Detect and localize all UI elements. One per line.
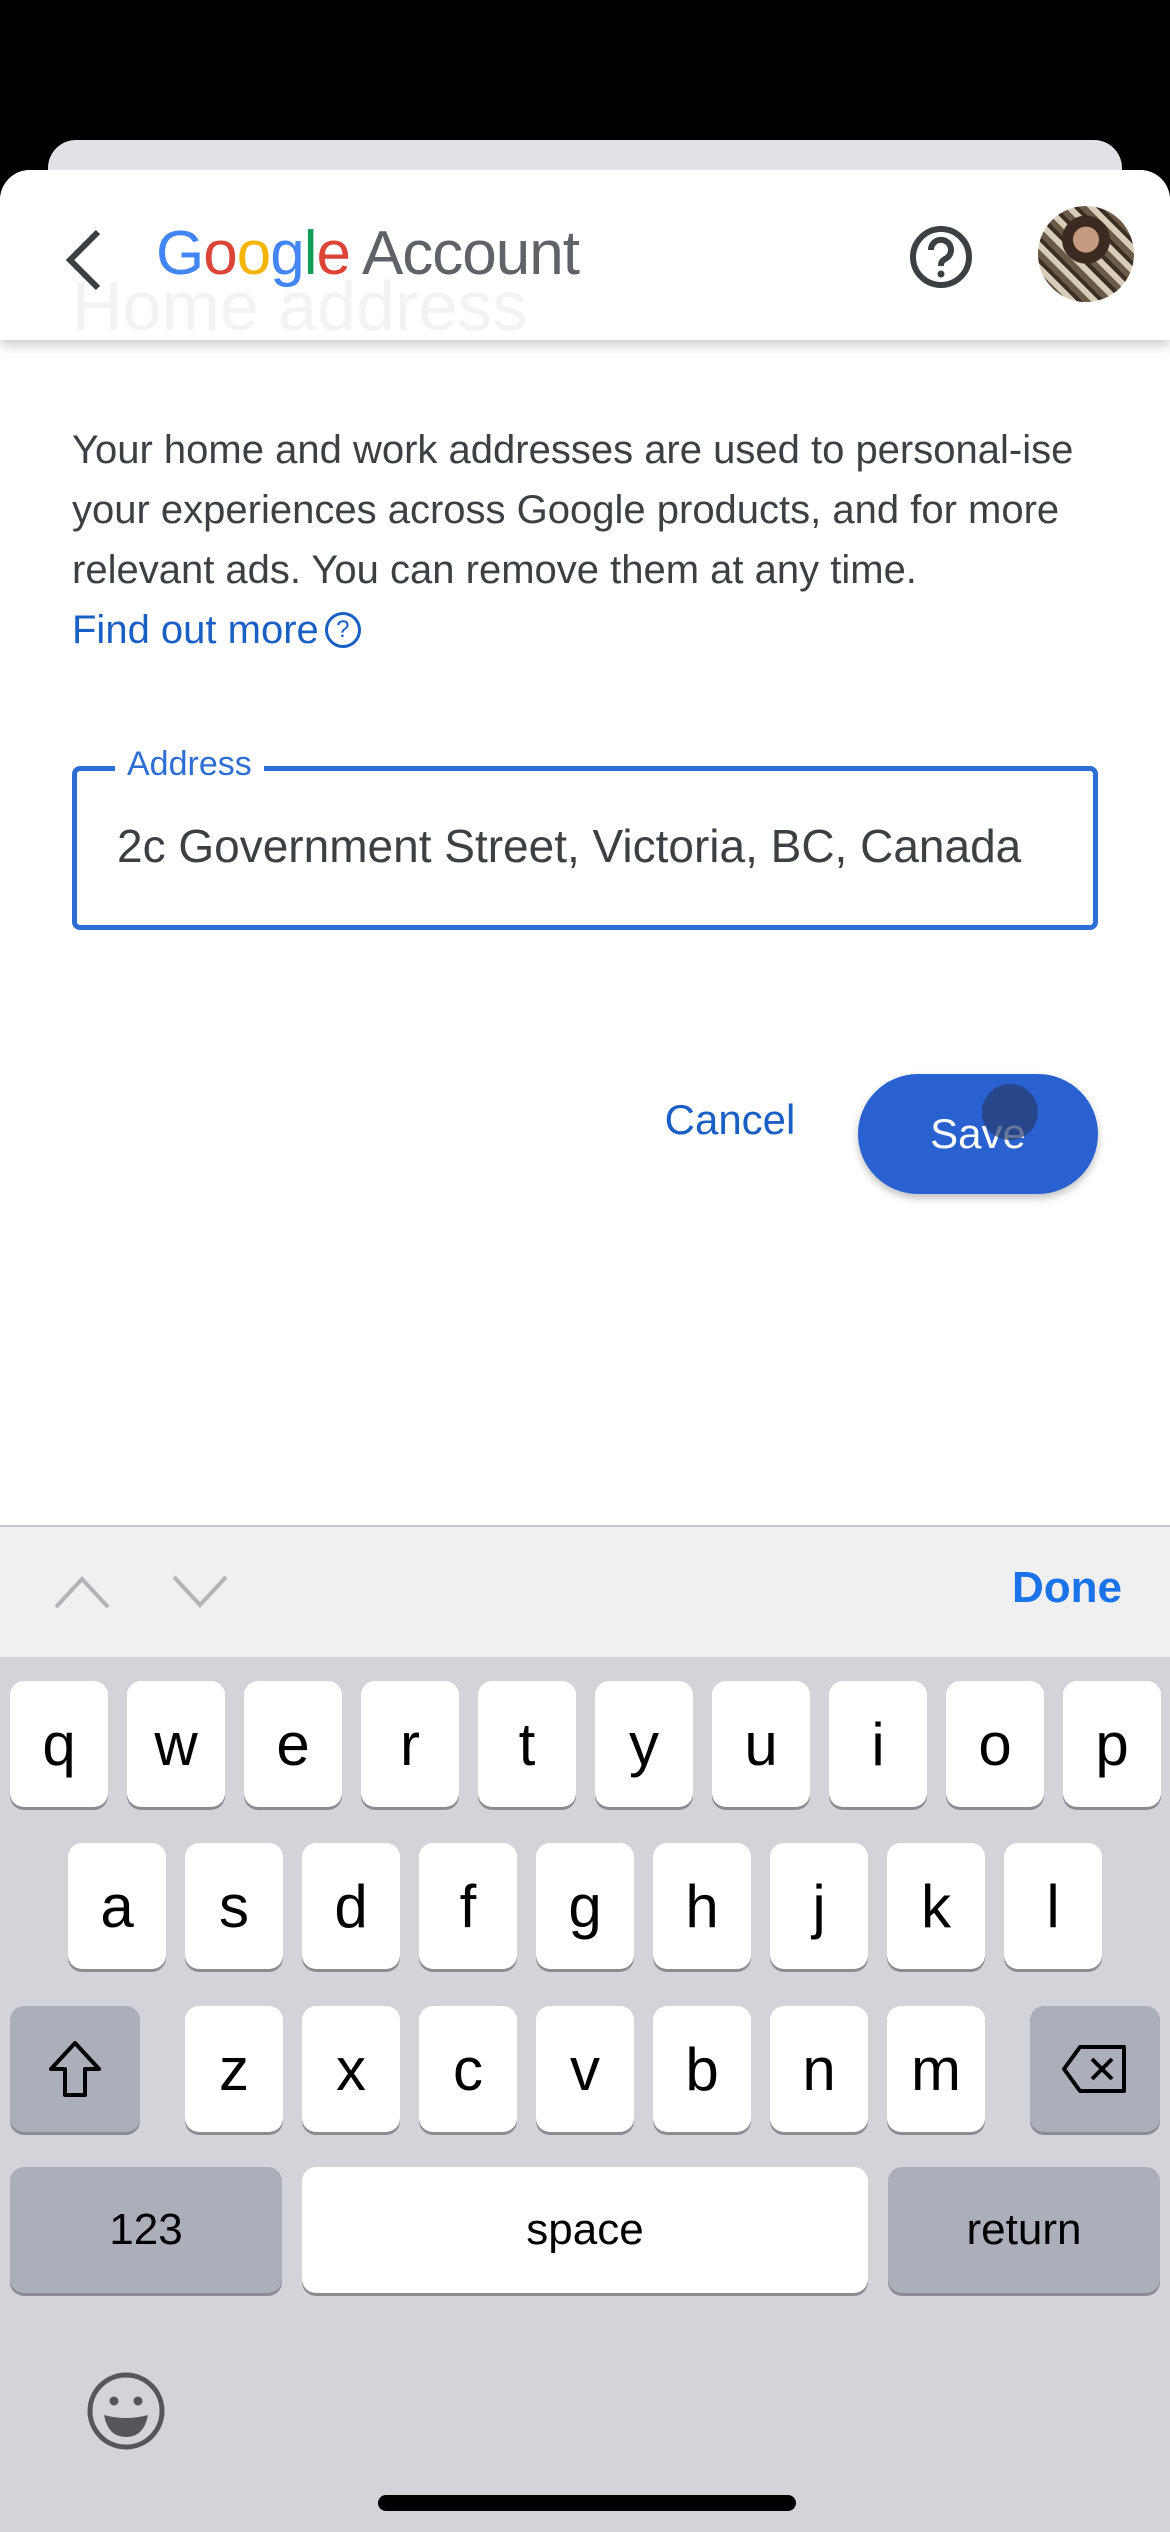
app-header: Google Account xyxy=(0,170,1170,340)
shift-key[interactable] xyxy=(10,2006,140,2132)
help-icon: ? xyxy=(324,612,361,648)
key-z[interactable]: z xyxy=(185,2006,283,2132)
space-key[interactable]: space xyxy=(302,2167,868,2293)
cancel-button[interactable]: Cancel xyxy=(640,1080,820,1160)
find-out-more-link[interactable]: Find out more ? xyxy=(72,600,361,660)
backspace-key[interactable] xyxy=(1030,2006,1160,2132)
keyboard-accessory-bar: Done xyxy=(0,1525,1170,1657)
key-m[interactable]: m xyxy=(887,2006,985,2132)
home-indicator xyxy=(378,2495,796,2511)
key-x[interactable]: x xyxy=(302,2006,400,2132)
backspace-icon xyxy=(1062,2045,1126,2093)
key-y[interactable]: y xyxy=(595,1681,693,1807)
done-button[interactable]: Done xyxy=(1012,1563,1122,1613)
keyboard: qwertyuiop asdfghjkl zxcvbnm 123 space r… xyxy=(0,1657,1170,2532)
google-account-sheet: Google Account Home address Your home an… xyxy=(0,170,1170,2532)
key-q[interactable]: q xyxy=(10,1681,108,1807)
help-button[interactable] xyxy=(908,224,974,290)
key-l[interactable]: l xyxy=(1004,1843,1102,1969)
address-field[interactable]: Address xyxy=(72,745,1098,930)
key-u[interactable]: u xyxy=(712,1681,810,1807)
key-h[interactable]: h xyxy=(653,1843,751,1969)
address-description: Your home and work addresses are used to… xyxy=(72,420,1112,660)
previous-field-icon[interactable] xyxy=(52,1567,112,1617)
key-b[interactable]: b xyxy=(653,2006,751,2132)
numbers-key[interactable]: 123 xyxy=(10,2167,282,2293)
address-input[interactable] xyxy=(117,819,1077,873)
next-field-icon[interactable] xyxy=(170,1567,230,1617)
save-button[interactable]: Save xyxy=(858,1074,1098,1194)
key-e[interactable]: e xyxy=(244,1681,342,1807)
touch-indicator xyxy=(982,1084,1038,1140)
key-s[interactable]: s xyxy=(185,1843,283,1969)
key-v[interactable]: v xyxy=(536,2006,634,2132)
account-label: Account xyxy=(361,219,580,288)
key-r[interactable]: r xyxy=(361,1681,459,1807)
google-account-logo: Google Account xyxy=(156,219,580,288)
shift-icon xyxy=(49,2041,101,2097)
key-d[interactable]: d xyxy=(302,1843,400,1969)
key-i[interactable]: i xyxy=(829,1681,927,1807)
back-button[interactable] xyxy=(56,220,112,300)
key-k[interactable]: k xyxy=(887,1843,985,1969)
key-g[interactable]: g xyxy=(536,1843,634,1969)
address-label: Address xyxy=(115,745,264,784)
description-text: Your home and work addresses are used to… xyxy=(72,428,1074,592)
avatar[interactable] xyxy=(1038,206,1134,302)
key-c[interactable]: c xyxy=(419,2006,517,2132)
key-n[interactable]: n xyxy=(770,2006,868,2132)
emoji-icon[interactable] xyxy=(84,2369,168,2453)
key-a[interactable]: a xyxy=(68,1843,166,1969)
help-circle-icon xyxy=(910,226,972,288)
key-w[interactable]: w xyxy=(127,1681,225,1807)
return-key[interactable]: return xyxy=(888,2167,1160,2293)
key-p[interactable]: p xyxy=(1063,1681,1161,1807)
key-j[interactable]: j xyxy=(770,1843,868,1969)
key-t[interactable]: t xyxy=(478,1681,576,1807)
key-o[interactable]: o xyxy=(946,1681,1044,1807)
chevron-left-icon xyxy=(65,229,101,291)
key-f[interactable]: f xyxy=(419,1843,517,1969)
